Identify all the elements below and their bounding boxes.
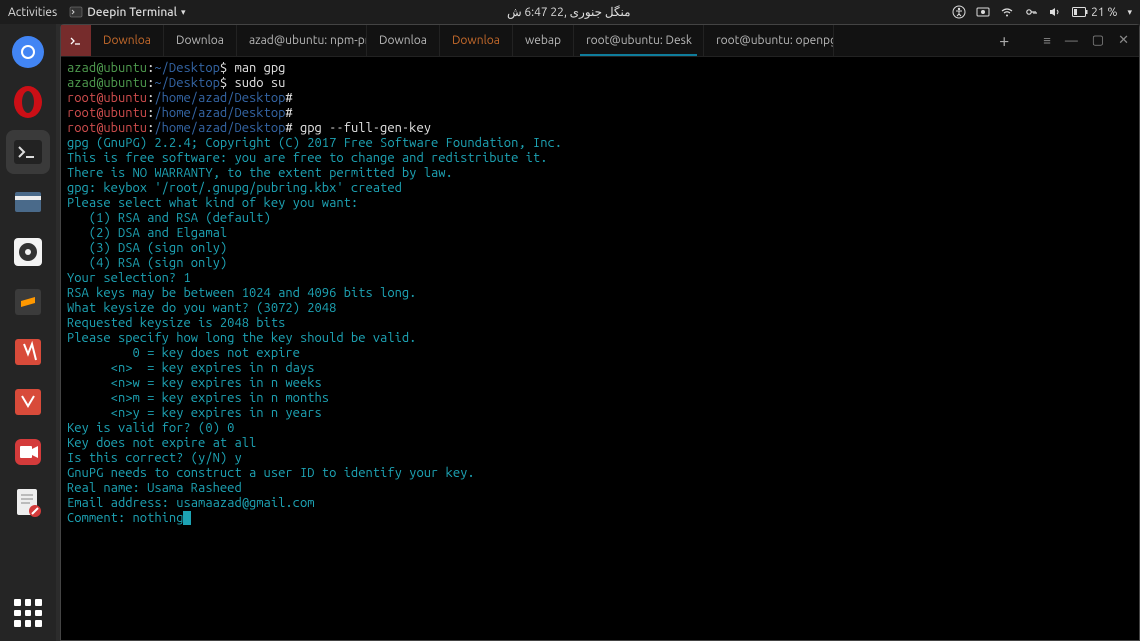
terminal-tab-bar: DownloaDownloaazad@ubuntu: npm-prDownloa… bbox=[61, 25, 1139, 57]
window-controls: + ≡ — ▢ ✕ bbox=[999, 25, 1139, 56]
terminal-line: azad@ubuntu:~/Desktop$ sudo su bbox=[67, 76, 1133, 91]
dock-app-red1[interactable] bbox=[6, 330, 50, 374]
terminal-tab[interactable]: azad@ubuntu: npm-pr bbox=[237, 25, 367, 56]
wifi-icon[interactable] bbox=[1000, 5, 1014, 19]
terminal-line: Comment: nothing bbox=[67, 511, 1133, 526]
terminal-line: gpg (GnuPG) 2.2.4; Copyright (C) 2017 Fr… bbox=[67, 136, 1133, 151]
accessibility-icon[interactable] bbox=[952, 5, 966, 19]
terminal-menu-icon[interactable] bbox=[61, 25, 91, 56]
dock-opera[interactable] bbox=[6, 80, 50, 124]
terminal-line: Please specify how long the key should b… bbox=[67, 331, 1133, 346]
menu-icon[interactable]: ≡ bbox=[1043, 33, 1051, 48]
terminal-line: <n>w = key expires in n weeks bbox=[67, 376, 1133, 391]
gnome-top-bar: Activities Deepin Terminal ▾ منگل جنوری … bbox=[0, 0, 1140, 24]
terminal-line: Email address: usamaazad@gmail.com bbox=[67, 496, 1133, 511]
terminal-line: root@ubuntu:/home/azad/Desktop# gpg --fu… bbox=[67, 121, 1133, 136]
terminal-line: root@ubuntu:/home/azad/Desktop# bbox=[67, 91, 1133, 106]
terminal-line: This is free software: you are free to c… bbox=[67, 151, 1133, 166]
terminal-line: There is NO WARRANTY, to the extent perm… bbox=[67, 166, 1133, 181]
topbar-left: Activities Deepin Terminal ▾ bbox=[8, 5, 185, 19]
close-button[interactable]: ✕ bbox=[1118, 33, 1129, 48]
terminal-line: <n>y = key expires in n years bbox=[67, 406, 1133, 421]
terminal-cursor bbox=[183, 511, 191, 525]
maximize-button[interactable]: ▢ bbox=[1092, 33, 1104, 48]
dock-chrome[interactable] bbox=[6, 30, 50, 74]
vpn-key-icon[interactable] bbox=[1024, 5, 1038, 19]
terminal-window: DownloaDownloaazad@ubuntu: npm-prDownloa… bbox=[60, 24, 1140, 641]
terminal-line: <n> = key expires in n days bbox=[67, 361, 1133, 376]
record-icon[interactable] bbox=[976, 5, 990, 19]
terminal-tab[interactable]: Downloa bbox=[91, 25, 164, 56]
terminal-line: 0 = key does not expire bbox=[67, 346, 1133, 361]
topbar-right: 21 % ▾ bbox=[952, 5, 1132, 19]
terminal-line: (2) DSA and Elgamal bbox=[67, 226, 1133, 241]
dock-terminal[interactable] bbox=[6, 130, 50, 174]
terminal-line: Key does not expire at all bbox=[67, 436, 1133, 451]
minimize-button[interactable]: — bbox=[1065, 34, 1078, 48]
active-app-indicator[interactable]: Deepin Terminal ▾ bbox=[69, 5, 185, 19]
volume-icon[interactable] bbox=[1048, 5, 1062, 19]
show-apps-button[interactable] bbox=[8, 593, 48, 633]
clock[interactable]: منگل جنوری ,22 6:47 ‫ش bbox=[185, 5, 952, 19]
terminal-app-icon bbox=[69, 5, 83, 19]
dock-sublime[interactable] bbox=[6, 280, 50, 324]
terminal-tab[interactable]: Downloa bbox=[440, 25, 513, 56]
terminal-line: RSA keys may be between 1024 and 4096 bi… bbox=[67, 286, 1133, 301]
terminal-line: Is this correct? (y/N) y bbox=[67, 451, 1133, 466]
dropdown-triangle-icon[interactable]: ▾ bbox=[1127, 7, 1132, 18]
terminal-line: Requested keysize is 2048 bits bbox=[67, 316, 1133, 331]
battery-icon bbox=[1072, 7, 1088, 17]
terminal-line: What keysize do you want? (3072) 2048 bbox=[67, 301, 1133, 316]
terminal-line: <n>m = key expires in n months bbox=[67, 391, 1133, 406]
terminal-line: Your selection? 1 bbox=[67, 271, 1133, 286]
terminal-line: Please select what kind of key you want: bbox=[67, 196, 1133, 211]
terminal-line: GnuPG needs to construct a user ID to id… bbox=[67, 466, 1133, 481]
ubuntu-dock bbox=[0, 24, 56, 641]
battery-percent: 21 % bbox=[1091, 6, 1117, 19]
active-app-name: Deepin Terminal bbox=[87, 6, 177, 19]
terminal-tab[interactable]: root@ubuntu: openpgp-rev bbox=[704, 25, 834, 56]
new-tab-button[interactable]: + bbox=[999, 31, 1009, 51]
dock-screenrecord[interactable] bbox=[6, 430, 50, 474]
dock-files[interactable] bbox=[6, 180, 50, 224]
dock-rhythmbox[interactable] bbox=[6, 230, 50, 274]
terminal-tab[interactable]: root@ubuntu: Desk bbox=[574, 25, 704, 56]
dock-app-red2[interactable] bbox=[6, 380, 50, 424]
terminal-content[interactable]: azad@ubuntu:~/Desktop$ man gpgazad@ubunt… bbox=[61, 57, 1139, 640]
terminal-tab[interactable]: Downloa bbox=[367, 25, 440, 56]
terminal-tab[interactable]: Downloa bbox=[164, 25, 237, 56]
terminal-line: root@ubuntu:/home/azad/Desktop# bbox=[67, 106, 1133, 121]
dock-gedit[interactable] bbox=[6, 480, 50, 524]
terminal-line: (4) RSA (sign only) bbox=[67, 256, 1133, 271]
terminal-line: gpg: keybox '/root/.gnupg/pubring.kbx' c… bbox=[67, 181, 1133, 196]
activities-button[interactable]: Activities bbox=[8, 6, 57, 19]
terminal-line: (1) RSA and RSA (default) bbox=[67, 211, 1133, 226]
terminal-tab[interactable]: webap bbox=[513, 25, 574, 56]
terminal-line: (3) DSA (sign only) bbox=[67, 241, 1133, 256]
terminal-line: azad@ubuntu:~/Desktop$ man gpg bbox=[67, 61, 1133, 76]
battery-indicator[interactable]: 21 % bbox=[1072, 6, 1117, 19]
terminal-line: Real name: Usama Rasheed bbox=[67, 481, 1133, 496]
terminal-line: Key is valid for? (0) 0 bbox=[67, 421, 1133, 436]
